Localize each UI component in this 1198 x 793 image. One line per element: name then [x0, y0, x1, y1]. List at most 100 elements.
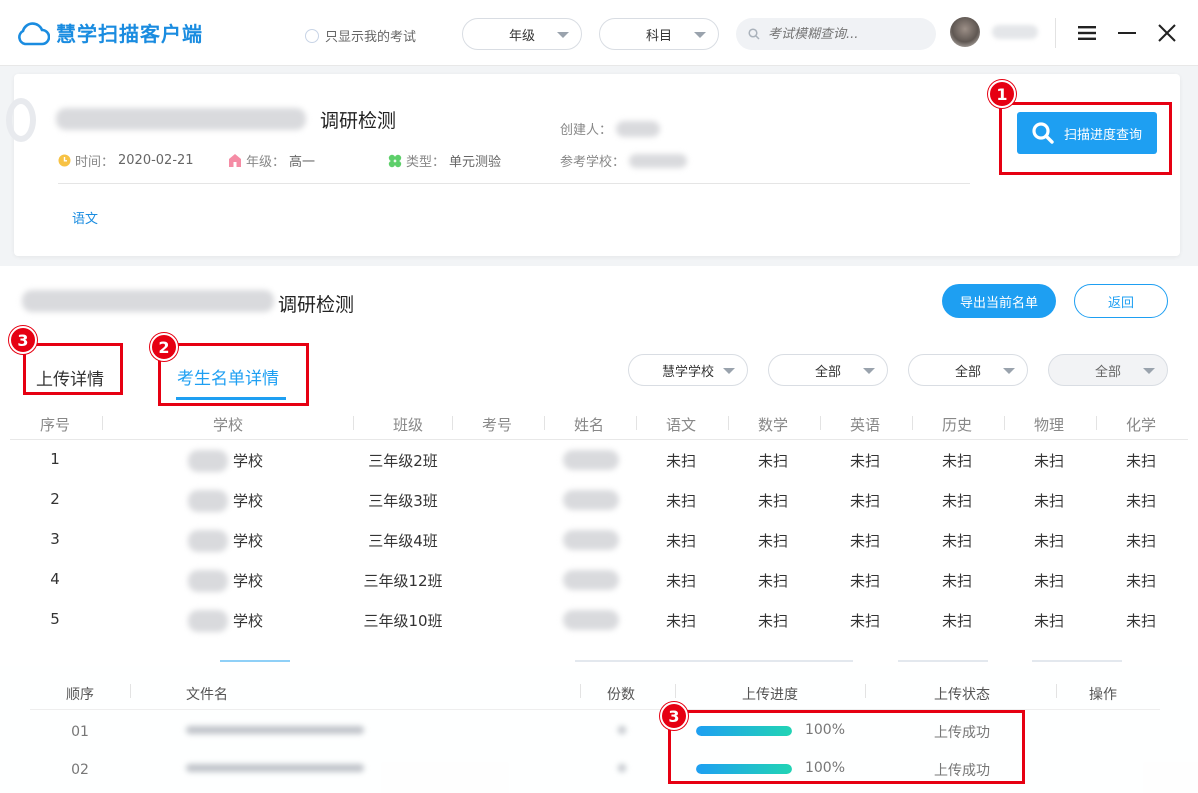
minimize-button[interactable] [1112, 18, 1142, 48]
caret-down-icon [863, 368, 875, 374]
student-name-redacted [563, 570, 619, 590]
subject-select[interactable]: 科目 [599, 18, 719, 50]
row-number: 4 [50, 570, 60, 588]
student-name-redacted [563, 610, 619, 630]
annotation-badge-3: 3 [9, 326, 37, 354]
search-input[interactable] [768, 26, 928, 42]
class-filter-value: 全部 [814, 364, 841, 380]
grade-select[interactable]: 年级 [462, 18, 582, 50]
column-header: 顺序 [66, 687, 94, 703]
scan-status-cell: 未扫 [757, 532, 788, 550]
exam-time: 时间： 2020-02-21 [58, 151, 194, 170]
column-separator [675, 684, 676, 698]
scan-status-cell: 未扫 [941, 452, 972, 470]
school-cell: 学校 [232, 532, 263, 550]
subject-filter[interactable]: 全部 [908, 354, 1028, 386]
faded-tab-indicator [220, 660, 290, 662]
school-name-redacted [188, 610, 228, 632]
class-filter[interactable]: 全部 [768, 354, 888, 386]
menu-button[interactable] [1072, 18, 1102, 48]
roster-table: 序号 学校 班级 考号 姓名 语文 数学 英语 历史 物理 化学 1 学校 三年级2… [10, 406, 1188, 640]
column-header: 英语 [849, 416, 880, 434]
status-filter[interactable]: 全部 [1048, 354, 1168, 386]
row-number: 2 [50, 490, 60, 508]
subject-select-value: 科目 [645, 28, 672, 44]
faded-divider [898, 660, 988, 662]
divider [1055, 18, 1056, 48]
radio-icon[interactable] [305, 28, 319, 43]
scan-status-cell: 未扫 [849, 532, 880, 550]
back-button[interactable]: 返回 [1074, 284, 1168, 318]
exam-grade: 年级： 高一 [228, 151, 315, 170]
clock-icon [58, 154, 71, 167]
close-button[interactable] [1152, 18, 1182, 48]
avatar[interactable] [950, 17, 980, 47]
column-separator [1056, 684, 1057, 698]
table-row[interactable]: 5 学校 三年级10班 未扫 未扫 未扫 未扫 未扫 未扫 [10, 600, 1188, 640]
table-row[interactable]: 2 学校 三年级3班 未扫 未扫 未扫 未扫 未扫 未扫 [10, 480, 1188, 520]
export-list-button[interactable]: 导出当前名单 [942, 284, 1056, 318]
file-name-redacted [186, 726, 364, 734]
roster-panel: 调研检测 导出当前名单 返回 上传详情 考生名单详情 慧学学校 全部 全部 全部… [0, 266, 1198, 666]
app-logo: 慧学扫描客户端 [16, 18, 203, 47]
class-cell: 三年级2班 [368, 452, 438, 470]
column-header: 文件名 [186, 687, 228, 703]
class-cell: 三年级4班 [368, 532, 438, 550]
creator-label: 创建人： [560, 123, 613, 138]
search-box[interactable] [736, 18, 936, 50]
column-header: 上传状态 [934, 687, 990, 703]
divider [58, 183, 970, 184]
column-separator [636, 416, 637, 430]
only-mine-toggle[interactable]: 只显示我的考试 [305, 26, 416, 45]
scan-status-cell: 未扫 [757, 452, 788, 470]
scan-status-cell: 未扫 [849, 612, 880, 630]
annotation-badge-1: 1 [988, 80, 1016, 108]
column-header: 化学 [1125, 416, 1156, 434]
subject-link-chinese[interactable]: 语文 [72, 208, 98, 227]
table-row[interactable]: 4 学校 三年级12班 未扫 未扫 未扫 未扫 未扫 未扫 [10, 560, 1188, 600]
exam-creator: 创建人： [560, 119, 661, 138]
exam-school: 参考学校： [560, 151, 688, 170]
school-name-redacted [188, 570, 228, 592]
column-header: 语文 [665, 416, 696, 434]
row-number: 1 [50, 450, 60, 468]
school-filter[interactable]: 慧学学校 [628, 354, 748, 386]
table-body: 1 学校 三年级2班 未扫 未扫 未扫 未扫 未扫 未扫 2 学校 三年级3班 未扫 未扫 未扫 未扫 未扫 未扫… [10, 440, 1188, 640]
school-filter-value: 慧学学校 [661, 364, 714, 380]
table-row[interactable]: 3 学校 三年级4班 未扫 未扫 未扫 未扫 未扫 未扫 [10, 520, 1188, 560]
column-separator [353, 416, 354, 430]
grade-value: 高一 [289, 155, 316, 170]
scan-status-cell: 未扫 [941, 572, 972, 590]
type-value: 单元测验 [449, 155, 502, 170]
caret-down-icon [723, 368, 735, 374]
class-cell: 三年级3班 [368, 492, 438, 510]
column-header: 学校 [212, 416, 243, 434]
column-separator [544, 416, 545, 430]
student-name-redacted [563, 450, 619, 470]
school-cell: 学校 [232, 572, 263, 590]
card-circle-decoration [6, 98, 36, 142]
scan-status-cell: 未扫 [849, 452, 880, 470]
column-header: 姓名 [573, 416, 604, 434]
caret-down-icon [694, 32, 706, 38]
table-row[interactable]: 1 学校 三年级2班 未扫 未扫 未扫 未扫 未扫 未扫 [10, 440, 1188, 480]
column-header: 班级 [392, 416, 423, 434]
scan-status-cell: 未扫 [1033, 612, 1064, 630]
school-name-redacted [188, 450, 228, 472]
minimize-icon [1118, 32, 1136, 34]
faded-divider [1032, 660, 1122, 662]
school-cell: 学校 [232, 612, 263, 630]
column-header: 上传进度 [742, 687, 798, 703]
scan-status-cell: 未扫 [941, 612, 972, 630]
table-header: 序号 学校 班级 考号 姓名 语文 数学 英语 历史 物理 化学 [10, 406, 1188, 440]
annotation-badge-3: 3 [660, 702, 688, 730]
scan-status-cell: 未扫 [665, 572, 696, 590]
caret-down-icon [1003, 368, 1015, 374]
upload-table-header: 顺序 文件名 份数 上传进度 上传状态 操作 [30, 674, 1160, 710]
class-cell: 三年级12班 [363, 572, 443, 590]
scan-status-cell: 未扫 [941, 532, 972, 550]
row-number: 5 [50, 610, 60, 628]
column-separator [912, 416, 913, 430]
highlight-box-1 [999, 102, 1172, 175]
scan-status-cell: 未扫 [1125, 572, 1156, 590]
